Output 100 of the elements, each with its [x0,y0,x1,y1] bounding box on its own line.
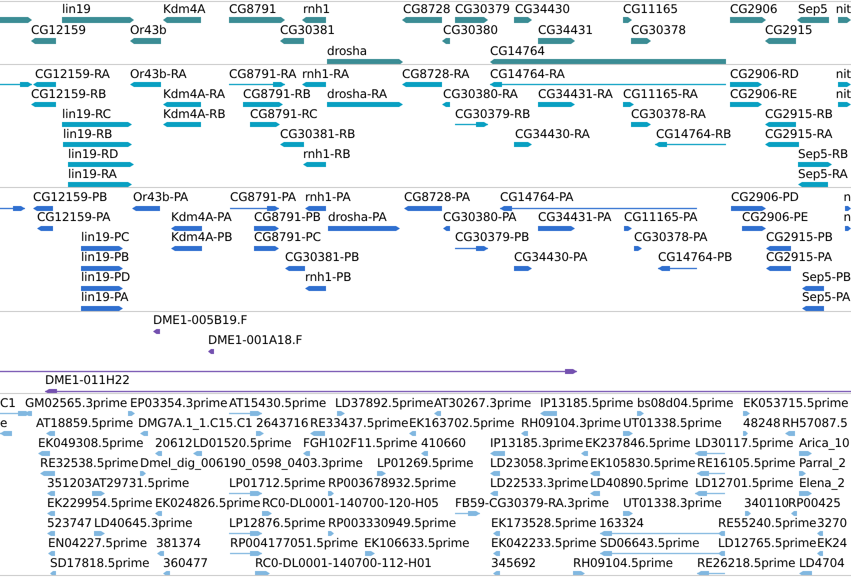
feature-label: n [844,210,851,224]
feature-label: lin19-RD [68,147,118,161]
feature-label: CG30378 [631,23,686,37]
feature-label: Or43b-RA [130,67,186,81]
feature-label: RE26218.5prime [697,556,796,570]
feature-label: CG2906-RD [730,67,799,81]
feature-label: 523747 [47,516,92,530]
feature-label: CG30380-PA [443,210,516,224]
feature-label: CG8791-RC [250,107,318,121]
feature-label: SD17818.5prime [50,556,150,570]
feature-label: UT01338.3prime [623,496,722,510]
feature-label: CG14764-PA [500,190,574,204]
feature-label: CG2915-RA [765,127,832,141]
feature-label: CG30381 [280,23,335,37]
feature-label: drosha-PA [328,210,386,224]
feature-label: CG12159-RB [31,87,106,101]
feature-label: CG8791 [229,2,276,16]
feature-label: RC0-DL0001-140700-120-H05 [262,496,439,510]
feature-label: 163324 [599,516,644,530]
feature-label: CG8728-PA [404,190,470,204]
feature-label: EK042233.5prime [491,536,596,550]
feature-label: CG2906-RE [730,87,798,101]
feature-label: CG2906-PE [742,210,808,224]
feature-label: Dmel_dig_006190_0598_0403.3prime [140,456,363,470]
feature-label: LD12701.5prime [695,476,794,490]
feature-label: 351203 [47,476,92,490]
feature-label: LD40890.5prime [590,476,688,490]
feature-label: CG2915-PB [766,230,833,244]
feature-label: Sep5 [798,2,828,16]
feature-label: IP13185.3prime [490,436,584,450]
feature-label: RH09104.3prime [521,416,621,430]
feature-label: RC0-DL0001-140700-112-H01 [255,556,432,570]
feature-label: EK049308.5prime [38,436,144,450]
feature-label: LD37892.5prime [335,396,434,410]
feature-label: CG14764-RA [490,67,565,81]
feature-label: CG14764-PB [658,250,732,264]
feature-label: CG8791-PA [230,190,296,204]
feature-label: EK024826.5prime [155,496,260,510]
feature-label: CG8728-RA [402,67,470,81]
feature-label: CG8791-RB [243,87,311,101]
feature-label: EK163702.5prime [409,416,514,430]
feature-label: drosha-RA [327,87,387,101]
feature-label: Kdm4A-RB [163,107,226,121]
feature-label: Or43b-PA [133,190,188,204]
feature-label: EK106633.5prime [364,536,470,550]
feature-label: LP12876.5prime [229,516,326,530]
feature-label: lin19-PA [81,290,128,304]
feature-label: LD12765.5prime [718,536,816,550]
feature-label: CG34430 [515,2,570,16]
feature-label: EK24 [817,536,848,550]
feature-label: CG2915-RB [765,107,833,121]
feature-label: lin19-RC [62,107,111,121]
feature-label: rnh1-PA [305,190,351,204]
feature-label: lin19-PB [81,250,130,264]
feature-label: Arica_10 [799,436,850,450]
feature-label: EK229954.5prime [47,496,152,510]
feature-label: CG11165-RA [623,87,698,101]
feature-label: CG11165-PA [624,210,698,224]
feature-label: rnh1-RB [303,147,350,161]
feature-label: EP03354.3prime [130,396,228,410]
feature-label: CG12159-PB [33,190,108,204]
feature-label: Sep5-RA [798,167,848,181]
feature-label: CG14764 [490,44,545,58]
feature-label: LD30117.5prime [695,436,794,450]
feature-label: AT15430.5prime [229,396,326,410]
feature-label: CG8791-PB [254,210,321,224]
feature-label: DMG7A.1_1.C15.C1 [138,416,253,430]
feature-label: CG12159-PA [37,210,110,224]
feature-label: CG34430-PA [514,250,588,264]
feature-label: 360477 [163,556,208,570]
feature-label: CG2915-PA [766,250,832,264]
feature-label: CG30378-RA [631,107,706,121]
feature-label: FB59-CG30379-RA.3prime [455,496,609,510]
feature-label: CG11165 [623,2,678,16]
feature-label: SD06643.5prime [600,536,700,550]
feature-label: CG2906 [730,2,778,16]
feature-label: Parral_2 [799,456,846,470]
feature-label: rnh1 [303,2,330,16]
feature-label: Kdm4A-PB [171,230,232,244]
feature-label: LD01520.5prime [193,436,292,450]
feature-label: RP004177051.5prime [230,536,358,550]
feature-label: C1 [0,396,16,410]
feature-label: Sep5-PA [802,290,850,304]
feature-label: 48248 [743,416,780,430]
feature-label: CG30379 [455,2,510,16]
feature-label: LD40645.3prime [94,516,192,530]
feature-label: RE32538.5prime [40,456,138,470]
feature-label: EK173528.5prime [491,516,596,530]
feature-label: CG30379-PB [455,230,530,244]
feature-label: UT01338.5prime [623,416,722,430]
feature-label: CG8791-RA [229,67,296,81]
feature-label: LP01712.5prime [229,476,326,490]
feature-label: CG30378-PA [634,230,708,244]
feature-label: bs08d04.5prime [637,396,734,410]
feature-label: drosha [327,44,367,58]
feature-label: EK237846.5prime [585,436,690,450]
feature-label: CG12159 [31,23,86,37]
feature-label: CG12159-RA [35,67,110,81]
feature-label: CG34431-PA [538,210,612,224]
feature-label: lin19 [62,2,91,16]
